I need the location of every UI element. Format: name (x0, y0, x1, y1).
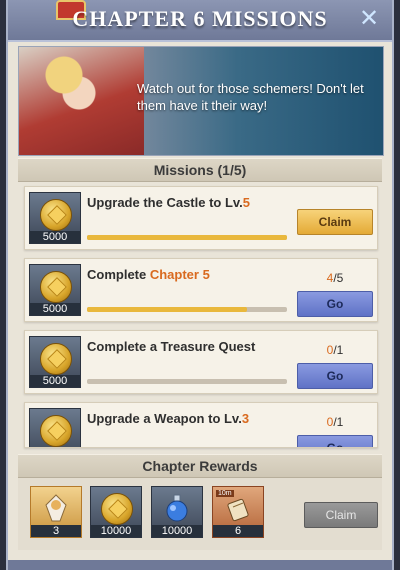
title-bar: CHAPTER 6 MISSIONS ✕ (8, 0, 392, 42)
go-button[interactable]: Go (297, 363, 373, 389)
mission-title: Upgrade the Castle to Lv.5 (87, 195, 250, 210)
banner-text: Watch out for those schemers! Don't let … (137, 81, 364, 113)
hero-portrait (19, 47, 144, 155)
mission-title-text: Upgrade the Castle to Lv. (87, 195, 243, 210)
gold-coin-icon (101, 493, 133, 525)
reward-slot[interactable]: 5000 (29, 264, 81, 316)
count-total: /1 (333, 343, 344, 357)
mission-title-highlight: 5 (242, 195, 251, 210)
reward-slot-hero-shard[interactable]: 3 (30, 486, 82, 538)
gold-coin-icon (40, 343, 72, 375)
go-button[interactable]: Go (297, 291, 373, 317)
mission-title-highlight: Chapter 5 (149, 267, 210, 282)
reward-slot[interactable]: 5000 (29, 192, 81, 244)
mission-title-highlight: 3 (241, 411, 250, 426)
claim-button[interactable]: Claim (297, 209, 373, 235)
mission-item: 5000 Complete Chapter 5 4/5 Go (24, 258, 378, 322)
potion-icon (166, 494, 188, 522)
mission-count: 4/5 (297, 271, 373, 285)
reward-slot[interactable]: 5000 (29, 336, 81, 388)
mission-title-text: Complete a Treasure Quest (87, 339, 256, 354)
mission-title: Complete a Treasure Quest (87, 339, 255, 354)
reward-quantity: 5000 (30, 231, 80, 243)
mission-count: 0/1 (297, 343, 373, 357)
progress-fill (87, 235, 287, 240)
progress-bar (87, 235, 287, 240)
mission-title: Complete Chapter 5 (87, 267, 210, 282)
progress-fill (87, 307, 247, 312)
gold-coin-icon (40, 415, 72, 447)
reward-slot-gold[interactable]: 10000 (90, 486, 142, 538)
missions-window: CHAPTER 6 MISSIONS ✕ Watch out for those… (6, 0, 394, 570)
progress-bar (87, 307, 287, 312)
rewards-claim-button[interactable]: Claim (304, 502, 378, 528)
reward-slot-scroll[interactable]: 10m 6 (212, 486, 264, 538)
mission-item: 5000 Upgrade the Castle to Lv.5 Claim (24, 186, 378, 250)
gold-coin-icon (40, 271, 72, 303)
mission-title: Upgrade a Weapon to Lv.3 (87, 411, 249, 426)
reward-quantity: 10000 (152, 525, 202, 537)
window-bottom-edge (8, 560, 392, 570)
rewards-header: Chapter Rewards (18, 454, 382, 478)
gold-coin-icon (40, 199, 72, 231)
progress-bar (87, 379, 287, 384)
mission-count: 0/1 (297, 415, 373, 429)
chapter-rewards-panel: 3 10000 10000 10m 6 Claim (18, 478, 382, 550)
window-title: CHAPTER 6 MISSIONS (72, 6, 328, 31)
reward-quantity: 3 (31, 525, 81, 537)
story-banner: Watch out for those schemers! Don't let … (18, 46, 384, 156)
reward-quantity: 6 (213, 525, 263, 537)
reward-slot-potion[interactable]: 10000 (151, 486, 203, 538)
missions-header: Missions (1/5) (18, 158, 382, 182)
count-total: /5 (333, 271, 344, 285)
close-icon[interactable]: ✕ (358, 7, 380, 31)
reward-slot[interactable] (29, 408, 81, 447)
mission-item: Upgrade a Weapon to Lv.3 0/1 Go (24, 402, 378, 448)
reward-quantity: 10000 (91, 525, 141, 537)
hero-shard-icon (45, 494, 67, 522)
mission-title-text: Complete (87, 267, 150, 282)
reward-quantity: 5000 (30, 375, 80, 387)
go-button[interactable]: Go (297, 435, 373, 447)
scroll-icon (227, 498, 249, 522)
count-total: /1 (333, 415, 344, 429)
mission-title-text: Upgrade a Weapon to Lv. (87, 411, 242, 426)
mission-item: 5000 Complete a Treasure Quest 0/1 Go (24, 330, 378, 394)
reward-quantity: 5000 (30, 303, 80, 315)
